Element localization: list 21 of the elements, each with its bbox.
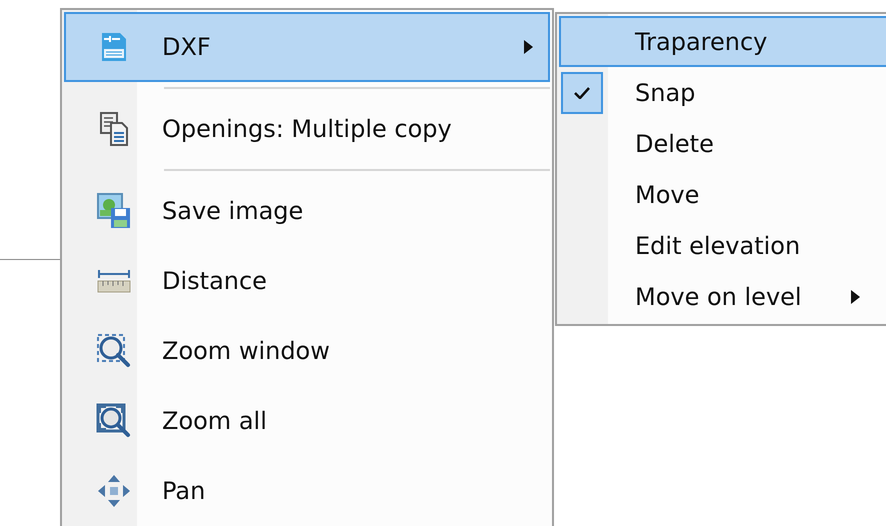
menu-item[interactable]: Traparency (559, 16, 886, 67)
menu-item[interactable]: Save image (64, 176, 550, 246)
menu-item[interactable]: Move (559, 169, 886, 220)
menu-item[interactable]: Delete (559, 118, 886, 169)
menu-item[interactable]: Snap (559, 67, 886, 118)
save-image-icon (96, 192, 132, 230)
menu-item[interactable]: Distance (64, 246, 550, 316)
copy-icon (99, 111, 129, 147)
menu-item[interactable]: Openings: Multiple copy (64, 94, 550, 164)
menu-item[interactable]: Edit elevation (559, 220, 886, 271)
menu-item[interactable]: DXF (64, 12, 550, 82)
menu-item[interactable]: Pan (64, 456, 550, 526)
menu-item[interactable]: Zoom all (64, 386, 550, 456)
menu-item[interactable]: Zoom window (64, 316, 550, 386)
pan-icon (97, 474, 131, 508)
zoom-window-icon (96, 333, 132, 369)
dxf-file-icon (100, 31, 128, 63)
zoom-all-icon (96, 403, 132, 439)
menu-item[interactable]: Move on level (559, 271, 886, 322)
check-icon (574, 86, 590, 98)
ruler-icon (96, 268, 132, 294)
